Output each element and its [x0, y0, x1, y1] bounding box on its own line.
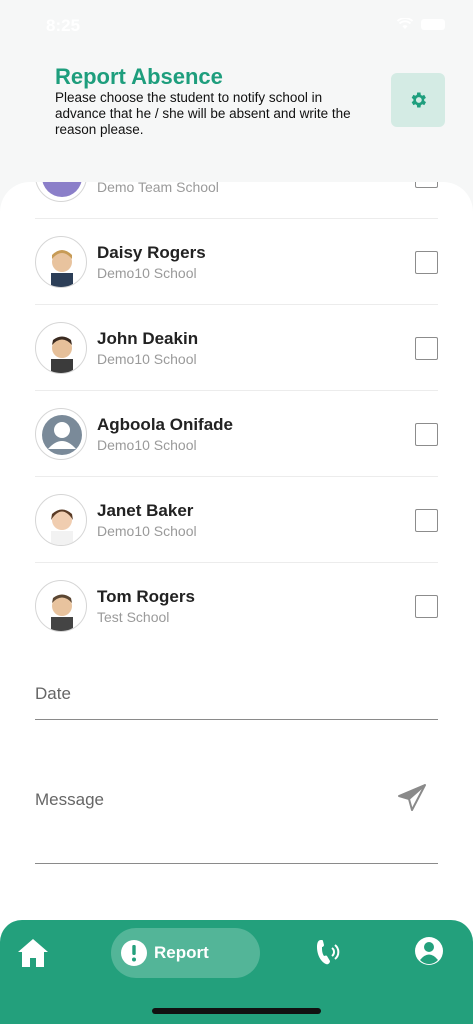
student-checkbox[interactable] — [415, 423, 438, 446]
student-checkbox[interactable] — [415, 182, 438, 188]
wifi-icon — [397, 18, 413, 29]
student-school: Demo10 School — [97, 437, 197, 453]
list-item[interactable]: Daisy Rogers Demo10 School — [35, 219, 438, 305]
gear-icon — [411, 92, 426, 108]
date-placeholder: Date — [35, 684, 71, 703]
student-name: John Deakin — [97, 329, 199, 348]
list-item[interactable]: Janet Baker Demo10 School — [35, 477, 438, 563]
student-checkbox[interactable] — [415, 251, 438, 274]
send-icon[interactable] — [396, 782, 428, 814]
avatar — [35, 408, 87, 460]
student-checkbox[interactable] — [415, 509, 438, 532]
avatar — [35, 322, 87, 374]
avatar — [35, 236, 87, 288]
list-item[interactable]: Demo Team School — [35, 182, 438, 219]
message-field[interactable]: Message — [35, 760, 438, 864]
student-school: Test School — [97, 609, 170, 625]
student-school: Demo10 School — [97, 265, 197, 281]
student-name: Tom Rogers — [97, 587, 195, 606]
home-indicator — [152, 1008, 321, 1014]
date-field[interactable]: Date — [35, 660, 438, 720]
student-name: Daisy Rogers — [97, 243, 206, 262]
page-title: Report Absence — [55, 64, 223, 89]
settings-button[interactable] — [391, 73, 445, 127]
student-school: Demo Team School — [97, 182, 219, 195]
battery-icon — [421, 18, 445, 30]
student-name: Agboola Onifade — [97, 415, 233, 434]
avatar — [35, 580, 87, 632]
status-icons — [397, 18, 445, 30]
list-item[interactable]: John Deakin Demo10 School — [35, 305, 438, 391]
student-card: Demo Team School Daisy Rogers Demo10 Sch… — [0, 182, 473, 942]
avatar — [35, 494, 87, 546]
avatar — [35, 182, 87, 202]
student-checkbox[interactable] — [415, 337, 438, 360]
home-icon[interactable] — [16, 936, 50, 970]
phone-icon[interactable] — [314, 938, 340, 966]
list-item[interactable]: Agboola Onifade Demo10 School — [35, 391, 438, 477]
student-name: Janet Baker — [97, 501, 194, 520]
student-school: Demo10 School — [97, 523, 197, 539]
page-header: Report Absence Please choose the student… — [0, 60, 473, 180]
tab-report[interactable]: Report — [111, 928, 260, 978]
status-bar: 8:25 — [0, 0, 473, 50]
list-item[interactable]: Tom Rogers Test School — [35, 563, 438, 649]
alert-icon — [121, 940, 147, 966]
tab-report-label: Report — [154, 943, 209, 962]
profile-icon[interactable] — [414, 936, 444, 966]
status-time: 8:25 — [46, 16, 81, 35]
student-school: Demo10 School — [97, 351, 197, 367]
page-subtitle: Please choose the student to notify scho… — [55, 90, 351, 137]
message-placeholder: Message — [35, 790, 104, 809]
student-checkbox[interactable] — [415, 595, 438, 618]
